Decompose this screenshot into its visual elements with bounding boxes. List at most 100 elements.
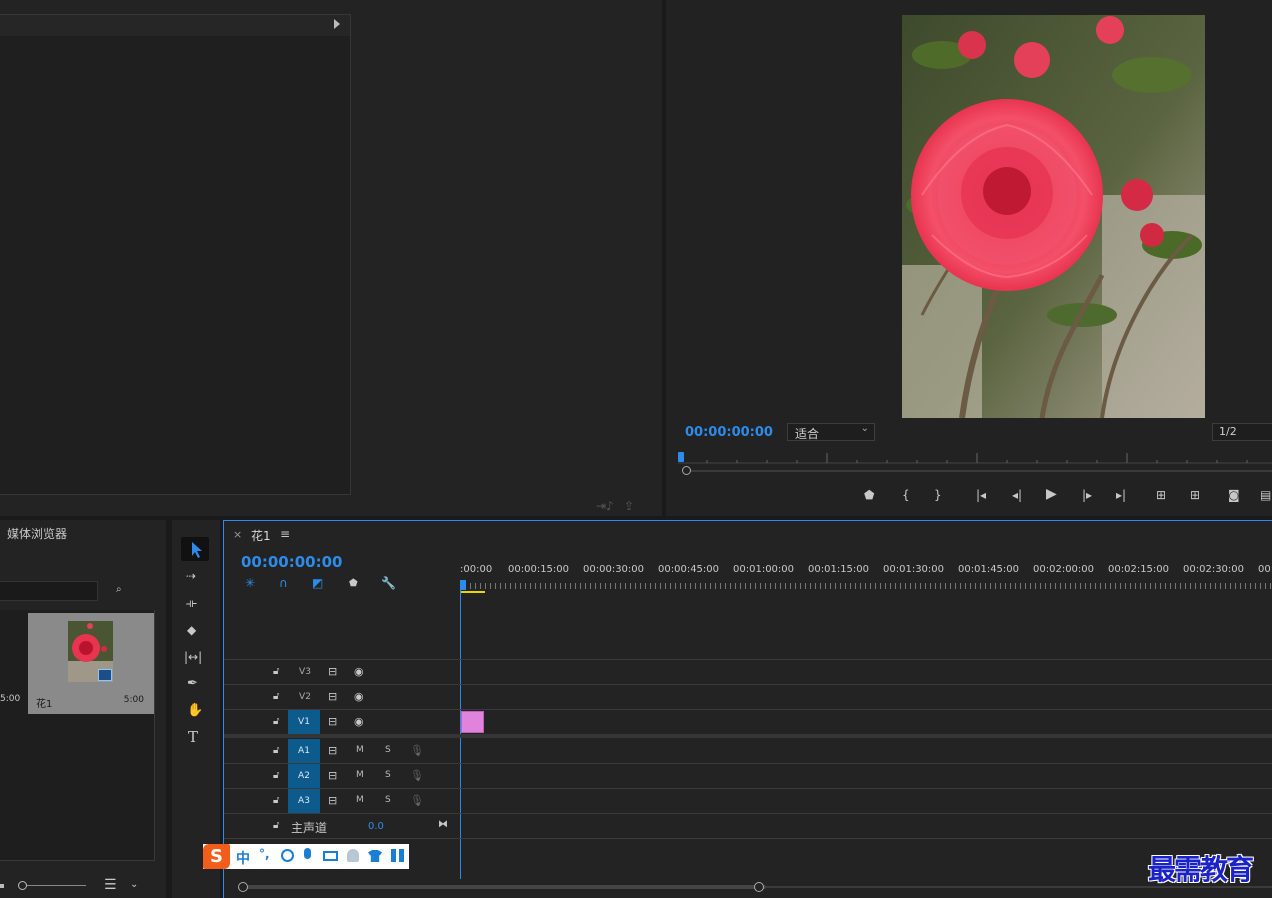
linked-selection-icon[interactable]: ◩ [312,576,323,590]
microphone-icon[interactable]: 🎙︎ [410,744,424,758]
video-clip[interactable] [461,711,484,733]
track-label-active[interactable]: A2 [288,764,320,788]
program-zoom-scrollbar[interactable] [682,466,1272,476]
go-to-out-icon[interactable]: ▸| [1116,488,1126,502]
nest-icon[interactable]: ✳ [245,576,255,590]
lock-icon[interactable]: 🔓︎ [273,769,279,783]
mute-button[interactable]: M [356,745,364,755]
eye-icon[interactable]: ◉ [354,715,364,729]
scrollbar-handle-icon[interactable] [682,466,691,475]
scrollbar-handle-icon[interactable] [238,882,248,892]
add-marker-icon[interactable]: ⬟ [349,577,358,591]
play-icon[interactable]: ▶ [1046,487,1057,501]
work-area-bar[interactable] [460,591,485,593]
track-row-v1[interactable]: 🔓︎ V1 ⊟ ◉ [224,710,460,734]
timeline-ruler[interactable]: :00:00 00:00:15:00 00:00:30:00 00:00:45:… [460,561,1272,593]
scrollbar-handle-icon[interactable] [754,882,764,892]
mute-button[interactable]: M [356,770,364,780]
lock-icon[interactable]: 🔓︎ [273,715,279,729]
ripple-edit-tool-icon[interactable]: ⟛ [186,596,197,610]
razor-tool-icon[interactable]: ◆ [187,623,196,637]
track-row-a2[interactable]: 🔓︎ A2 ⊟ M S 🎙︎ [224,764,460,788]
wrench-icon[interactable]: 🔧 [381,576,396,590]
microphone-icon[interactable]: 🎙︎ [410,794,424,808]
sync-lock-icon[interactable]: ⊟ [328,715,337,729]
insert-icon[interactable]: ⇥♪ [596,499,614,513]
sync-lock-icon[interactable]: ⊟ [328,744,337,758]
track-label-active[interactable]: V1 [288,710,320,734]
sequence-tab[interactable]: 花1 [251,527,271,544]
sort-icon[interactable]: ☰ [104,878,117,892]
solo-button[interactable]: S [385,770,391,780]
zoom-dropdown[interactable]: 适合 ⌄ [787,423,875,441]
step-forward-icon[interactable]: |▸ [1082,488,1092,502]
extract-icon[interactable]: ⊞ [1190,488,1200,502]
program-ruler[interactable] [678,450,1272,464]
snap-magnet-icon[interactable]: ∩ [279,576,288,590]
thumbnail-size-slider[interactable] [0,881,90,890]
chevron-down-icon[interactable]: ⌄ [130,878,138,892]
track-row-v2[interactable]: 🔓︎ V2 ⊟ ◉ [224,685,460,709]
lock-icon[interactable]: 🔓︎ [273,819,279,833]
track-label[interactable]: V3 [290,660,320,684]
eye-icon[interactable]: ◉ [354,665,364,679]
button-editor-icon[interactable]: ▤ [1260,488,1271,502]
camera-icon[interactable]: ◙ [1228,488,1240,502]
microphone-icon[interactable]: 🎙︎ [410,769,424,783]
export-frame-icon[interactable]: ⇪ [624,499,634,513]
track-label-active[interactable]: A1 [288,739,320,763]
mark-in-icon[interactable]: { [902,488,910,502]
mark-out-icon[interactable]: } [934,488,942,502]
microphone-icon[interactable] [304,848,311,859]
go-to-in-icon[interactable]: |◂ [976,488,986,502]
ime-language[interactable]: 中 [236,848,250,868]
sync-lock-icon[interactable]: ⊟ [328,665,337,679]
track-row-a1[interactable]: 🔓︎ A1 ⊟ M S 🎙︎ [224,739,460,763]
panel-menu-icon[interactable]: ≡ [280,527,290,541]
lock-icon[interactable]: 🔓︎ [273,794,279,808]
hand-tool-icon[interactable]: ✋ [187,704,203,718]
type-tool-icon[interactable]: T [188,730,198,745]
lock-icon[interactable]: 🔓︎ [273,744,279,758]
track-label[interactable]: V2 [290,685,320,709]
add-marker-icon[interactable]: ⬟ [864,488,874,502]
timeline-scrollbar[interactable] [236,881,1272,893]
step-back-icon[interactable]: ◂| [1012,488,1022,502]
track-label-active[interactable]: A3 [288,789,320,813]
media-browser-tab[interactable]: 媒体浏览器 [7,525,67,542]
emoji-icon[interactable] [281,849,294,862]
track-select-tool-icon[interactable]: ⇢ [186,569,196,583]
lift-icon[interactable]: ⊞ [1156,488,1166,502]
master-volume-value[interactable]: 0.0 [368,821,384,832]
triangle-right-icon[interactable] [334,19,340,29]
solo-button[interactable]: S [385,795,391,805]
program-timecode[interactable]: 00:00:00:00 [685,425,773,440]
lock-icon[interactable]: 🔓︎ [273,690,279,704]
mute-button[interactable]: M [356,795,364,805]
project-search-input[interactable] [0,581,98,601]
ime-punctuation[interactable]: °, [259,847,270,861]
solo-button[interactable]: S [385,745,391,755]
slider-handle-icon[interactable] [18,881,27,890]
eye-icon[interactable]: ◉ [354,690,364,704]
program-playhead[interactable] [678,452,684,462]
ime-logo[interactable]: S [203,844,230,869]
track-row-v3[interactable]: 🔓︎ V3 ⊟ ◉ [224,660,460,684]
slip-tool-icon[interactable]: |↔| [184,650,202,664]
go-to-edit-icon[interactable]: ⧓ [438,818,448,832]
sync-lock-icon[interactable]: ⊟ [328,794,337,808]
lock-icon[interactable]: 🔓︎ [273,665,279,679]
sync-lock-icon[interactable]: ⊟ [328,690,337,704]
track-row-master[interactable]: 🔓︎ 主声道 0.0 ⧓ [224,814,460,838]
new-search-bin-icon[interactable]: ⌕ [116,583,122,597]
shirt-icon[interactable] [368,850,382,862]
keyboard-icon[interactable] [323,851,338,861]
timeline-timecode[interactable]: 00:00:00:00 [241,553,343,571]
grid-icon[interactable] [391,849,404,862]
selection-tool-icon[interactable] [181,537,209,561]
project-clip-tile[interactable]: 花1 5:00 [28,613,154,714]
track-row-a3[interactable]: 🔓︎ A3 ⊟ M S 🎙︎ [224,789,460,813]
resolution-dropdown[interactable]: 1/2 [1212,423,1272,441]
pen-tool-icon[interactable]: ✒ [187,677,198,691]
close-icon[interactable]: × [233,528,242,541]
